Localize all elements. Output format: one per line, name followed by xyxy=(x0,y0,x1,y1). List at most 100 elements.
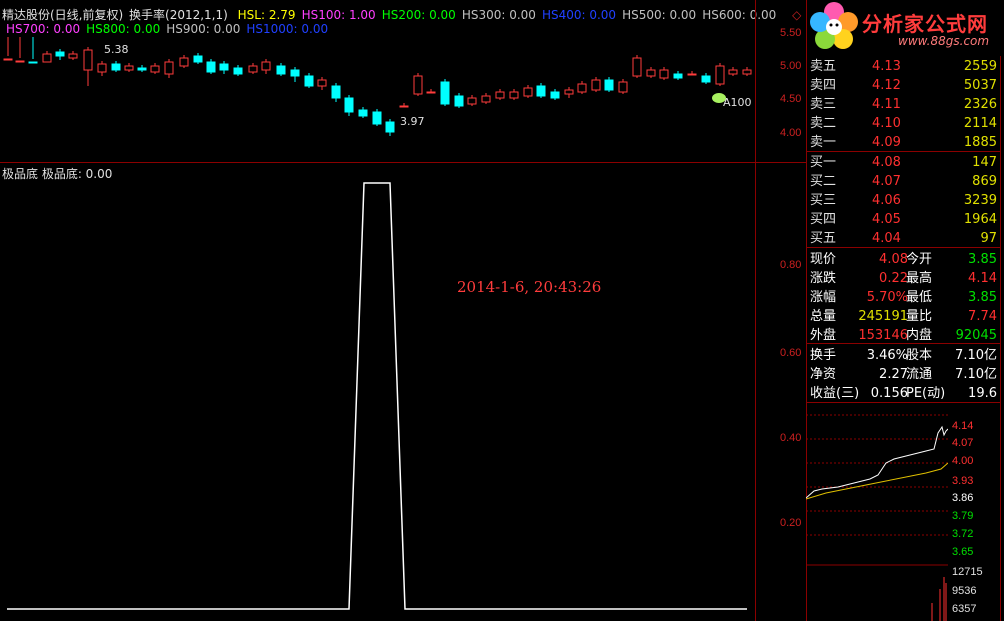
order-volume: 1885 xyxy=(963,135,997,150)
indicator-axis-tick: 0.60 xyxy=(780,347,802,359)
candle-body xyxy=(673,73,683,79)
legend-item: HSL: 2.79 xyxy=(237,8,296,22)
order-price: 4.04 xyxy=(872,231,901,246)
value-jk: 3.85 xyxy=(968,252,997,267)
order-book-row[interactable]: 卖三 4.11 2326 xyxy=(808,95,1000,114)
order-book-row[interactable]: 卖四 4.12 5037 xyxy=(808,76,1000,95)
label-xj: 现价 xyxy=(810,252,837,267)
label-zdi: 最低 xyxy=(906,290,933,305)
order-volume: 2559 xyxy=(963,59,997,74)
order-price: 4.06 xyxy=(872,193,901,208)
high-price-label: 5.38 xyxy=(104,43,129,56)
candle-body xyxy=(467,97,477,105)
price-axis-tick: 5.50 xyxy=(780,27,802,39)
order-volume: 869 xyxy=(972,174,997,189)
order-book-row[interactable]: 买一 4.08 147 xyxy=(808,153,1000,172)
legend-item: HS200: 0.00 xyxy=(381,8,456,22)
label-zf: 涨幅 xyxy=(810,290,837,305)
value-zdi: 3.85 xyxy=(968,290,997,305)
value-lb: 7.74 xyxy=(968,309,997,324)
intraday-avg-line xyxy=(806,462,948,500)
candle-body xyxy=(317,79,327,87)
signal-marker-label: A100 xyxy=(723,96,752,109)
order-level-name: 买一 xyxy=(810,155,837,170)
value-lt: 7.10亿 xyxy=(955,367,997,382)
label-lb: 量比 xyxy=(906,309,933,324)
label-wp: 外盘 xyxy=(810,328,837,343)
logo-title: 分析家公式网 xyxy=(862,12,988,36)
candle-body xyxy=(536,85,546,97)
order-level-name: 卖二 xyxy=(810,116,837,131)
flower-logo-icon xyxy=(810,2,858,49)
candle-body xyxy=(618,81,628,93)
order-book-row[interactable]: 买五 4.04 97 xyxy=(808,229,1000,248)
indicator-title: 换手率(2012,1,1) xyxy=(129,8,228,22)
candle-body xyxy=(179,57,189,67)
candle-body xyxy=(523,87,533,97)
candle-body xyxy=(42,53,52,63)
order-level-name: 卖三 xyxy=(810,97,837,112)
order-price: 4.05 xyxy=(872,212,901,227)
order-price: 4.09 xyxy=(872,135,901,150)
legend-item: HS500: 0.00 xyxy=(622,8,697,22)
legend-item: HS400: 0.00 xyxy=(541,8,617,22)
order-level-name: 卖五 xyxy=(810,59,837,74)
order-level-name: 卖一 xyxy=(810,135,837,150)
intraday-price-tick: 3.72 xyxy=(952,528,974,540)
value-zf: 5.70% xyxy=(866,290,908,305)
order-book-row[interactable]: 卖五 4.13 2559 xyxy=(808,57,1000,76)
label-zl: 总量 xyxy=(810,309,837,324)
header-legend-row2: HS700: 0.00 HS800: 0.00 HS900: 0.00 HS1000:… xyxy=(6,22,334,36)
value-sy: 0.156 xyxy=(870,386,908,401)
label-zd: 涨跌 xyxy=(810,271,837,286)
label-jz: 净资 xyxy=(810,367,837,382)
price-axis-tick: 4.50 xyxy=(780,93,802,105)
candle-body xyxy=(331,85,341,99)
order-book-row[interactable]: 买四 4.05 1964 xyxy=(808,210,1000,229)
price-axis-tick: 5.00 xyxy=(780,60,802,72)
intraday-chart[interactable] xyxy=(806,403,948,621)
value-xj: 4.08 xyxy=(879,252,908,267)
label-lt: 流通 xyxy=(906,367,933,382)
book-divider xyxy=(806,247,1000,248)
value-hs: 3.46% xyxy=(866,348,908,363)
order-volume: 97 xyxy=(980,231,997,246)
indicator-line xyxy=(7,182,747,610)
stock-title: 精达股份(日线,前复权) xyxy=(2,8,124,22)
candle-body xyxy=(164,61,174,75)
value-zg: 4.14 xyxy=(968,271,997,286)
candle-body xyxy=(3,58,13,61)
diamond-icon[interactable]: ◇ xyxy=(792,8,801,22)
order-book-row[interactable]: 卖二 4.10 2114 xyxy=(808,114,1000,133)
order-price: 4.11 xyxy=(872,97,901,112)
candle-body xyxy=(495,91,505,99)
indicator-line-chart[interactable] xyxy=(0,163,755,621)
candle-body xyxy=(687,73,697,76)
intraday-volume-tick: 9536 xyxy=(952,585,977,597)
candle-body xyxy=(701,75,711,83)
candle-body xyxy=(83,49,93,71)
order-book-row[interactable]: 卖一 4.09 1885 xyxy=(808,133,1000,152)
value-zl: 245191 xyxy=(858,309,908,324)
intraday-volume-tick: 12715 xyxy=(952,566,983,578)
book-divider xyxy=(806,151,1000,152)
legend-item: HS800: 0.00 xyxy=(86,22,161,36)
candle-body xyxy=(399,105,409,108)
candle-body xyxy=(193,55,203,63)
intraday-price-tick: 3.65 xyxy=(952,546,974,558)
candle-body xyxy=(632,57,642,77)
value-jz: 2.27 xyxy=(879,367,908,382)
quote-row: 换手 3.46% 股本 7.10亿 xyxy=(808,346,1000,365)
order-level-name: 买二 xyxy=(810,174,837,189)
candle-body xyxy=(304,75,314,87)
candle-body xyxy=(358,109,368,117)
order-level-name: 卖四 xyxy=(810,78,837,93)
header-legend-row1: 精达股份(日线,前复权) 换手率(2012,1,1) HSL: 2.79 HS10… xyxy=(2,8,807,22)
intraday-price-tick: 3.93 xyxy=(952,475,974,487)
order-price: 4.08 xyxy=(872,155,901,170)
legend-item: HS100: 1.00 xyxy=(301,8,376,22)
order-book-row[interactable]: 买三 4.06 3239 xyxy=(808,191,1000,210)
order-book-row[interactable]: 买二 4.07 869 xyxy=(808,172,1000,191)
label-pe: PE(动) xyxy=(906,386,946,401)
legend-item: HS1000: 0.00 xyxy=(246,22,329,36)
